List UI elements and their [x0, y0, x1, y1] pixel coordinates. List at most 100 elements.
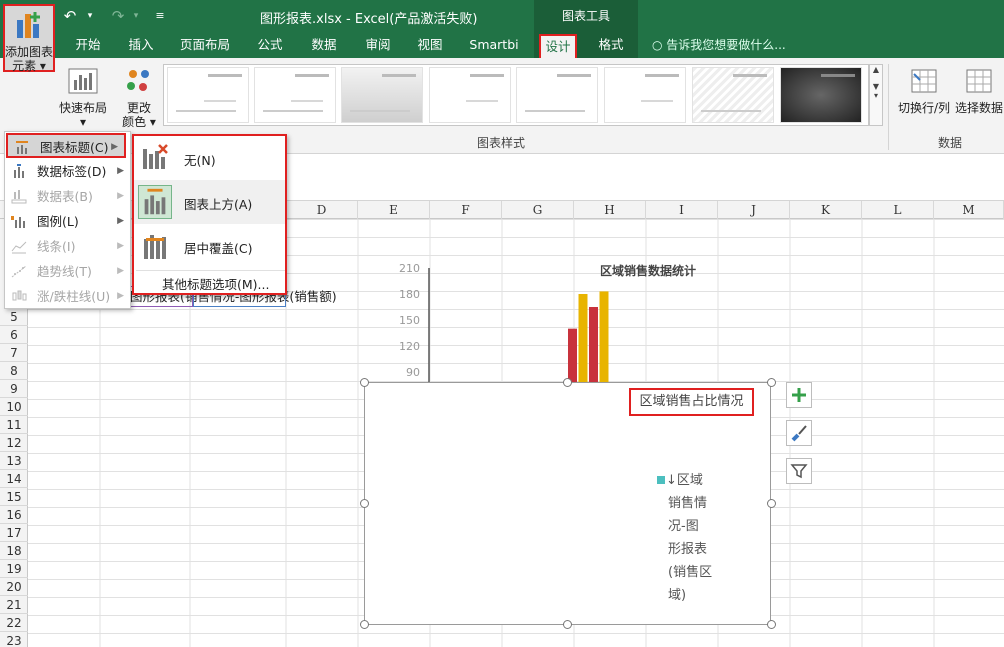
row-header[interactable]: 23: [0, 632, 28, 647]
column-header[interactable]: D: [286, 201, 358, 219]
change-colors-label-1: 更改: [126, 101, 151, 115]
tell-me-search[interactable]: ○ 告诉我您想要做什么...: [652, 32, 786, 58]
switch-row-column-label: 切换行/列: [897, 101, 951, 115]
switch-row-column-button[interactable]: 切换行/列: [896, 62, 952, 128]
chart-style-thumb[interactable]: [341, 67, 423, 123]
resize-handle[interactable]: [563, 620, 572, 629]
submenu-arrow-icon: ▶: [117, 241, 124, 251]
row-header[interactable]: 13: [0, 452, 28, 470]
row-header[interactable]: 10: [0, 398, 28, 416]
quick-layout-label: 快速布局: [58, 101, 107, 115]
row-header[interactable]: 14: [0, 470, 28, 488]
row-header[interactable]: 9: [0, 380, 28, 398]
add-chart-element-button[interactable]: 添加图表 元素 ▾: [3, 4, 55, 73]
row-header[interactable]: 7: [0, 344, 28, 362]
submenu-item-centered-overlay[interactable]: 居中覆盖(C): [134, 224, 285, 268]
chart-title-icon: [16, 141, 28, 154]
menu-item-lines: 线条(I) ▶: [5, 234, 130, 259]
column-header[interactable]: L: [862, 201, 934, 219]
submenu-item-above-chart[interactable]: 图表上方(A): [134, 180, 285, 224]
chart-style-thumb[interactable]: [429, 67, 511, 123]
column-header[interactable]: F: [430, 201, 502, 219]
chart-style-thumb[interactable]: [254, 67, 336, 123]
change-colors-button[interactable]: 更改 颜色 ▾: [116, 62, 162, 129]
row-header[interactable]: 8: [0, 362, 28, 380]
y-tick-label: 120: [399, 340, 420, 353]
row-header[interactable]: 16: [0, 506, 28, 524]
undo-icon[interactable]: ↶: [60, 6, 80, 26]
row-header[interactable]: 5: [0, 308, 28, 326]
chart-style-thumb[interactable]: [167, 67, 249, 123]
resize-handle[interactable]: [767, 499, 776, 508]
resize-handle[interactable]: [360, 620, 369, 629]
tab-format[interactable]: 格式: [588, 32, 634, 58]
row-header[interactable]: 22: [0, 614, 28, 632]
pie-legend[interactable]: ↓区域 销售情 况-图 形报表 (销售区 域): [657, 469, 717, 607]
data-labels-icon: [14, 164, 24, 178]
row-header[interactable]: 17: [0, 524, 28, 542]
tab-view[interactable]: 视图: [408, 32, 452, 58]
plus-icon: [792, 388, 806, 402]
row-header[interactable]: 12: [0, 434, 28, 452]
add-chart-element-menu: 图表标题(C) ▶ 数据标签(D) ▶ 数据表(B) ▶ 图例(L) ▶ 线条(I) ▶ …: [4, 131, 131, 309]
column-header[interactable]: E: [358, 201, 430, 219]
row-header[interactable]: 19: [0, 560, 28, 578]
row-header[interactable]: 6: [0, 326, 28, 344]
resize-handle[interactable]: [767, 378, 776, 387]
row-header[interactable]: 21: [0, 596, 28, 614]
chart-style-thumb[interactable]: [692, 67, 774, 123]
pie-chart-area[interactable]: 区域销售占比情况 ↓区域 销售情 况-图 形报表 (销售区 域): [364, 382, 771, 625]
chart-style-thumb[interactable]: [516, 67, 598, 123]
submenu-arrow-icon: ▶: [117, 266, 124, 276]
chart-styles-button[interactable]: [786, 420, 812, 446]
group-separator: [888, 64, 889, 150]
tab-formulas[interactable]: 公式: [248, 32, 292, 58]
scroll-up-icon: ▲: [872, 65, 880, 74]
quick-layout-button[interactable]: 快速布局 ▾: [58, 62, 108, 129]
customize-toolbar-icon[interactable]: ≡: [150, 6, 170, 26]
menu-item-label: 线条(I): [37, 239, 76, 254]
tell-me-text: 告诉我您想要做什么...: [666, 38, 786, 52]
tab-review[interactable]: 审阅: [356, 32, 400, 58]
resize-handle[interactable]: [563, 378, 572, 387]
chart-filters-button[interactable]: [786, 458, 812, 484]
resize-handle[interactable]: [360, 378, 369, 387]
column-header[interactable]: I: [646, 201, 718, 219]
tab-page-layout[interactable]: 页面布局: [172, 32, 238, 58]
column-header[interactable]: G: [502, 201, 574, 219]
column-header[interactable]: J: [718, 201, 790, 219]
change-colors-label-2: 颜色 ▾: [122, 115, 156, 129]
quick-layout-icon: [68, 68, 98, 94]
row-header[interactable]: 11: [0, 416, 28, 434]
chart-style-thumb[interactable]: [780, 67, 862, 123]
chart-elements-button[interactable]: [786, 382, 812, 408]
menu-item-legend[interactable]: 图例(L) ▶: [5, 209, 130, 234]
menu-item-data-labels[interactable]: 数据标签(D) ▶: [5, 159, 130, 184]
legend-line: ↓区域: [657, 469, 717, 492]
add-chart-element-icon: [17, 12, 40, 38]
column-header[interactable]: H: [574, 201, 646, 219]
column-header[interactable]: M: [934, 201, 1004, 219]
tab-home[interactable]: 开始: [64, 32, 112, 58]
bar-chart[interactable]: 区域销售数据统计 210 180 150 120 90: [380, 258, 780, 382]
lightbulb-icon: ○: [652, 38, 667, 52]
row-header[interactable]: 20: [0, 578, 28, 596]
menu-item-chart-title[interactable]: 图表标题(C) ▶: [6, 133, 126, 158]
tab-insert[interactable]: 插入: [118, 32, 164, 58]
resize-handle[interactable]: [360, 499, 369, 508]
row-header[interactable]: 15: [0, 488, 28, 506]
undo-dropdown-icon[interactable]: ▾: [80, 6, 100, 26]
gallery-scroll[interactable]: ▲ ▼ ▾: [869, 64, 883, 126]
tab-smartbi[interactable]: Smartbi: [462, 32, 526, 58]
submenu-item-more-title-options[interactable]: 其他标题选项(M)...: [162, 274, 269, 293]
row-header[interactable]: 18: [0, 542, 28, 560]
resize-handle[interactable]: [767, 620, 776, 629]
submenu-item-none[interactable]: 无(N): [134, 136, 285, 180]
chart-style-thumb[interactable]: [604, 67, 686, 123]
column-header[interactable]: K: [790, 201, 862, 219]
select-data-button[interactable]: 选择数据: [953, 62, 1004, 128]
tab-design[interactable]: 设计: [539, 34, 577, 58]
tab-data[interactable]: 数据: [302, 32, 346, 58]
pie-chart-title[interactable]: 区域销售占比情况: [629, 388, 754, 416]
menu-item-trendline: 趋势线(T) ▶: [5, 259, 130, 284]
